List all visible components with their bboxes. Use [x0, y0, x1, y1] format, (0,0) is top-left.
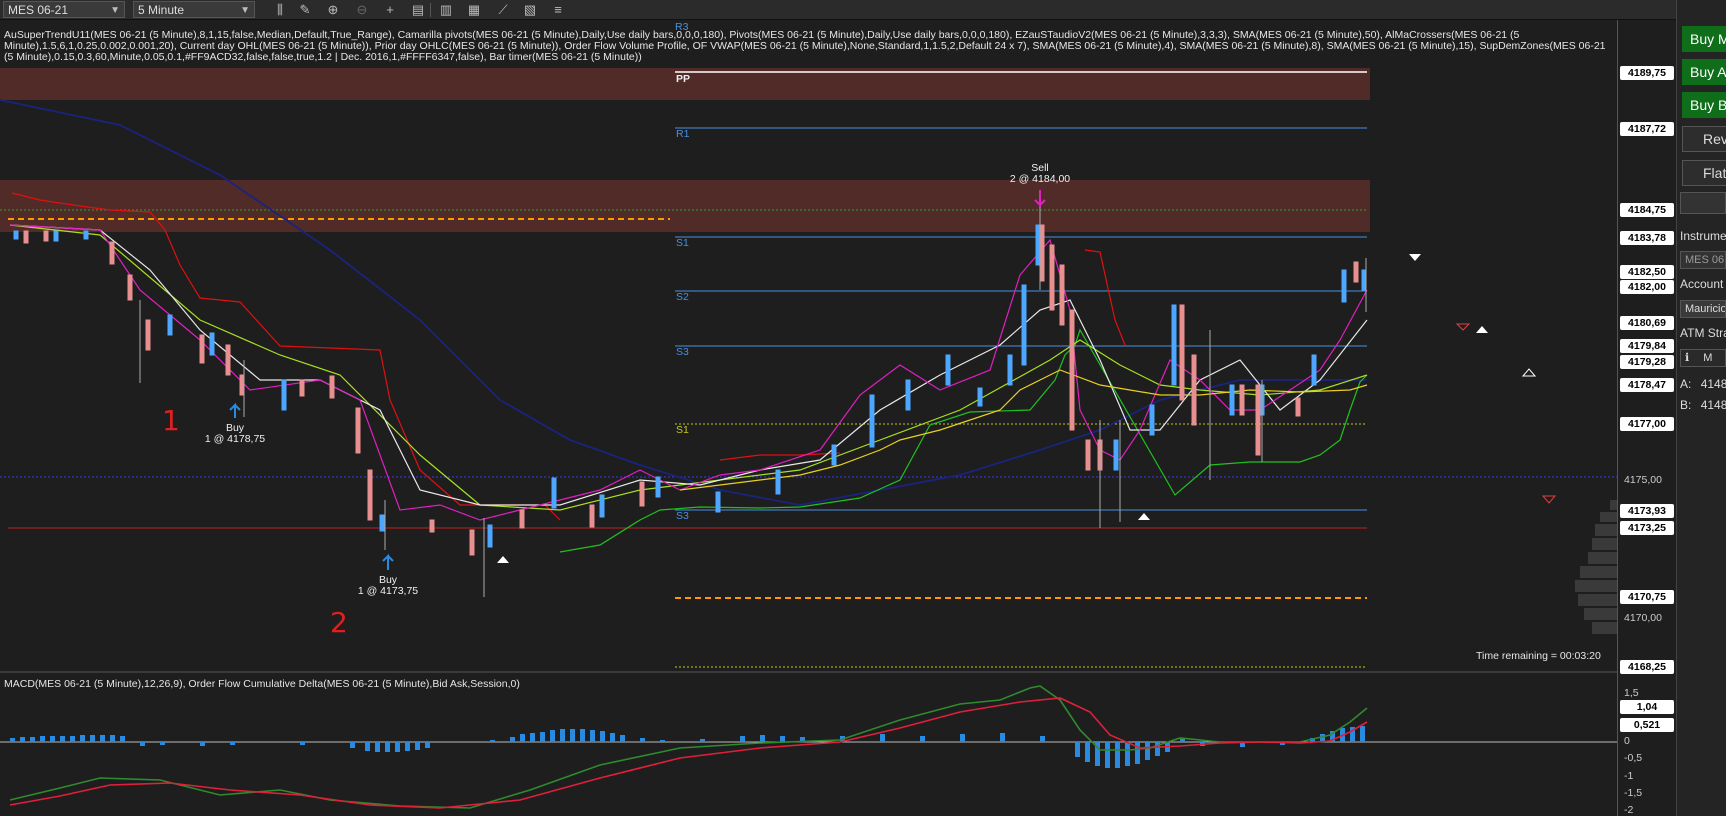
buy-bid-button[interactable]: Buy B: [1682, 92, 1726, 118]
price-axis-label: 4173,93: [1620, 504, 1674, 518]
pivot-pp-label: PP: [676, 73, 691, 85]
atm-strategy-row[interactable]: ℹM: [1680, 349, 1726, 367]
macd-legend: MACD(MES 06-21 (5 Minute),12,26,9), Orde…: [4, 678, 520, 690]
signal-line: [9, 697, 1368, 809]
price-axis-label: 4168,25: [1620, 660, 1674, 674]
instrument-field[interactable]: MES 06: [1680, 251, 1726, 269]
chart-toolbar: MES 06-21 ▼ 5 Minute ▼ ⫼ ✎ ⊕ ⊖ + ▤ ▥ ▦ ⟋…: [0, 0, 1676, 20]
zoom-out-icon[interactable]: ⊖: [353, 2, 371, 18]
flatten-button[interactable]: Flat: [1682, 160, 1726, 186]
macd-axis-tick: -0,5: [1624, 752, 1643, 764]
signal-triangle-icon: [1455, 323, 1471, 331]
price-axis-label: 4180,69: [1620, 316, 1674, 330]
price-chart[interactable]: [0, 20, 1676, 816]
chart-trader-icon[interactable]: ≡: [549, 2, 567, 18]
handwritten-mark-1: 1: [162, 404, 180, 437]
price-axis-label: 4173,25: [1620, 521, 1674, 535]
candlesticks: [13, 205, 1367, 597]
indicators-legend: AuSuperTrendU11(MES 06-21 (5 Minute),8,1…: [4, 29, 1606, 63]
price-axis-label: 4177,00: [1620, 417, 1674, 431]
handwritten-mark-2: 2: [330, 606, 348, 639]
signal-triangle-icon: [1541, 495, 1557, 504]
interval-select-value: 5 Minute: [138, 3, 185, 17]
buy-market-button[interactable]: Buy M: [1682, 26, 1726, 52]
atm-strategy-value: M: [1703, 352, 1713, 364]
price-axis-tick: 4175,00: [1624, 474, 1662, 486]
camarilla-s1-label: S1: [676, 424, 689, 436]
pivot-s2-label: S2: [676, 291, 689, 303]
price-axis-label: 4182,00: [1620, 280, 1674, 294]
pivot-s1-label: S1: [676, 237, 689, 249]
buy-detail: 1 @ 4178,75: [204, 433, 266, 445]
supply-zone: [0, 180, 1370, 232]
supertrend-red: [11, 192, 1126, 521]
buy-annotation-2: Buy 1 @ 4173,75: [356, 575, 420, 597]
macd-signal-label: 0,521: [1620, 718, 1674, 732]
account-label: Account: [1680, 277, 1724, 291]
instrument-label: Instrume: [1680, 229, 1726, 243]
price-axis-label: 4182,50: [1620, 265, 1674, 279]
signal-triangle-icon: [1409, 254, 1421, 261]
bar-timer: Time remaining = 00:03:20: [1476, 650, 1601, 662]
pivot-r1-label: R1: [676, 128, 690, 140]
buy-annotation-1: Buy 1 @ 4178,75: [203, 423, 267, 445]
price-axis-label: 4183,78: [1620, 231, 1674, 245]
interval-select[interactable]: 5 Minute ▼: [133, 1, 255, 18]
buy-arrow-icon: [229, 402, 241, 418]
reverse-button[interactable]: Rev: [1682, 126, 1726, 152]
price-axis-label: 4179,28: [1620, 355, 1674, 369]
sell-annotation: Sell 2 @ 4184,00: [1008, 163, 1072, 185]
sell-detail: 2 @ 4184,00: [1009, 173, 1071, 185]
account-select[interactable]: Mauricio: [1680, 300, 1726, 318]
macd-axis-tick: -1,5: [1624, 787, 1643, 799]
position-display: [1680, 192, 1726, 214]
ask-value: 4148: [1700, 377, 1726, 391]
indicators-icon[interactable]: ⟋: [494, 2, 512, 18]
crosshair-icon[interactable]: +: [381, 2, 399, 18]
signal-triangle-icon: [497, 556, 509, 563]
price-axis-tick: 4170,00: [1624, 612, 1662, 624]
price-axis-label: 4189,75: [1620, 66, 1674, 80]
ask-price-row: A: 4148: [1680, 377, 1726, 391]
price-axis-label: 4170,75: [1620, 590, 1674, 604]
draw-pencil-icon[interactable]: ✎: [296, 2, 314, 18]
macd-axis-tick: 1,5: [1624, 687, 1639, 699]
properties-icon[interactable]: ▤: [409, 2, 427, 18]
price-axis-label: 4187,72: [1620, 122, 1674, 136]
templates-icon[interactable]: ▥: [437, 2, 455, 18]
pivot-s3-label: S3: [676, 346, 689, 358]
zoom-in-icon[interactable]: ⊕: [324, 2, 342, 18]
chevron-down-icon: ▼: [240, 5, 250, 16]
buy-arrow-icon: [382, 553, 394, 570]
buy-ask-button[interactable]: Buy A: [1682, 59, 1726, 85]
atm-strategy-label: ATM Stra: [1680, 326, 1726, 340]
bar-style-icon[interactable]: ⫼: [271, 2, 289, 18]
macd-axis-tick: 0: [1624, 735, 1630, 747]
bid-price-row: B: 4148: [1680, 398, 1726, 412]
signal-triangle-icon: [1138, 513, 1150, 520]
strategies-icon[interactable]: ▦: [465, 2, 483, 18]
toolbar-divider: [430, 3, 431, 17]
bid-value: 4148: [1700, 398, 1726, 412]
signal-triangle-icon: [1521, 368, 1537, 377]
instrument-select-value: MES 06-21: [8, 3, 69, 17]
macd-axis-tick: -1: [1624, 770, 1634, 782]
data-box-icon[interactable]: ▧: [521, 2, 539, 18]
sma15-line: [9, 224, 1368, 511]
volume-profile: [1575, 500, 1617, 634]
price-axis-label: 4184,75: [1620, 203, 1674, 217]
signal-triangle-icon: [1476, 326, 1488, 333]
macd-value-label: 1,04: [1620, 700, 1674, 714]
buy-detail: 1 @ 4173,75: [357, 585, 419, 597]
chevron-down-icon: ▼: [110, 5, 120, 16]
macd-axis-tick: -2: [1624, 804, 1634, 816]
instrument-select[interactable]: MES 06-21 ▼: [3, 1, 125, 18]
pivot-s4-label: S3: [676, 510, 689, 522]
price-axis-label: 4179,84: [1620, 339, 1674, 353]
price-axis-label: 4178,47: [1620, 378, 1674, 392]
bid-label: B:: [1680, 398, 1692, 412]
sma8-line: [9, 224, 1368, 506]
info-icon[interactable]: ℹ: [1685, 352, 1689, 364]
ask-label: A:: [1680, 377, 1692, 391]
